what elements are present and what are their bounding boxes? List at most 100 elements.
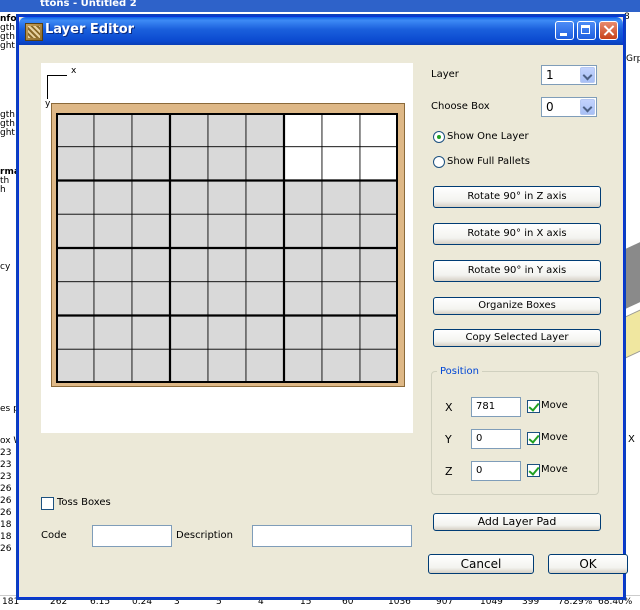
box[interactable] xyxy=(56,113,95,148)
layer-canvas[interactable]: x y xyxy=(41,63,413,433)
box[interactable] xyxy=(131,180,171,215)
box[interactable] xyxy=(245,348,285,383)
selected-box[interactable] xyxy=(359,113,398,148)
box[interactable] xyxy=(56,146,95,181)
show-full-pallets-radio[interactable] xyxy=(433,156,445,168)
x-move-checkbox[interactable] xyxy=(527,400,540,413)
box[interactable] xyxy=(283,213,323,249)
box[interactable] xyxy=(169,348,209,383)
box[interactable] xyxy=(245,146,285,181)
selected-box[interactable] xyxy=(321,146,361,181)
x-move-label[interactable]: Move xyxy=(541,400,568,411)
box[interactable] xyxy=(321,281,361,316)
box[interactable] xyxy=(321,247,361,283)
box[interactable] xyxy=(359,180,398,215)
box[interactable] xyxy=(283,315,323,350)
box[interactable] xyxy=(169,281,209,316)
box[interactable] xyxy=(245,247,285,283)
toss-boxes-checkbox[interactable] xyxy=(41,497,54,510)
rotate-y-button[interactable]: Rotate 90° in Y axis xyxy=(433,260,601,282)
box[interactable] xyxy=(207,247,247,283)
box[interactable] xyxy=(245,113,285,148)
box[interactable] xyxy=(207,315,247,350)
box[interactable] xyxy=(321,180,361,215)
box[interactable] xyxy=(93,348,133,383)
box[interactable] xyxy=(56,213,95,249)
box[interactable] xyxy=(283,348,323,383)
organize-boxes-button[interactable]: Organize Boxes xyxy=(433,297,601,315)
box[interactable] xyxy=(131,213,171,249)
box[interactable] xyxy=(169,146,209,181)
close-button[interactable] xyxy=(599,21,618,40)
z-move-label[interactable]: Move xyxy=(541,464,568,475)
box[interactable] xyxy=(131,315,171,350)
box[interactable] xyxy=(207,146,247,181)
z-move-checkbox[interactable] xyxy=(527,464,540,477)
box[interactable] xyxy=(56,348,95,383)
add-layer-pad-button[interactable]: Add Layer Pad xyxy=(433,513,601,531)
box[interactable] xyxy=(131,348,171,383)
box[interactable] xyxy=(283,281,323,316)
rotate-z-button[interactable]: Rotate 90° in Z axis xyxy=(433,186,601,208)
box[interactable] xyxy=(93,146,133,181)
box[interactable] xyxy=(169,213,209,249)
selected-box[interactable] xyxy=(359,146,398,181)
chevron-down-icon[interactable] xyxy=(580,99,595,115)
box[interactable] xyxy=(56,180,95,215)
box[interactable] xyxy=(169,113,209,148)
show-one-layer-radio[interactable] xyxy=(433,131,445,143)
cancel-button[interactable]: Cancel xyxy=(428,554,534,574)
box[interactable] xyxy=(169,180,209,215)
box[interactable] xyxy=(93,315,133,350)
maximize-button[interactable] xyxy=(577,21,596,40)
box[interactable] xyxy=(245,180,285,215)
box[interactable] xyxy=(245,281,285,316)
box[interactable] xyxy=(131,146,171,181)
box[interactable] xyxy=(359,247,398,283)
box[interactable] xyxy=(245,213,285,249)
rotate-x-button[interactable]: Rotate 90° in X axis xyxy=(433,223,601,245)
box[interactable] xyxy=(93,213,133,249)
copy-selected-layer-button[interactable]: Copy Selected Layer xyxy=(433,329,601,347)
selected-box[interactable] xyxy=(283,113,323,148)
box[interactable] xyxy=(93,113,133,148)
choose-box-select[interactable]: 0 xyxy=(541,97,597,117)
layer-select[interactable]: 1 xyxy=(541,65,597,85)
box[interactable] xyxy=(56,315,95,350)
y-move-checkbox[interactable] xyxy=(527,432,540,445)
box[interactable] xyxy=(169,315,209,350)
box[interactable] xyxy=(207,213,247,249)
y-move-label[interactable]: Move xyxy=(541,432,568,443)
box[interactable] xyxy=(359,315,398,350)
box[interactable] xyxy=(207,113,247,148)
box-grid[interactable] xyxy=(56,113,398,383)
box[interactable] xyxy=(283,247,323,283)
minimize-button[interactable] xyxy=(555,21,574,40)
y-input[interactable]: 0 xyxy=(471,429,521,449)
box[interactable] xyxy=(56,281,95,316)
box[interactable] xyxy=(321,315,361,350)
box[interactable] xyxy=(321,348,361,383)
box[interactable] xyxy=(131,113,171,148)
box[interactable] xyxy=(93,180,133,215)
box[interactable] xyxy=(131,281,171,316)
box[interactable] xyxy=(207,348,247,383)
z-input[interactable]: 0 xyxy=(471,461,521,481)
dialog-titlebar[interactable]: Layer Editor xyxy=(19,17,623,45)
box[interactable] xyxy=(169,247,209,283)
box[interactable] xyxy=(93,247,133,283)
x-input[interactable]: 781 xyxy=(471,397,521,417)
description-input[interactable] xyxy=(252,525,412,547)
toss-boxes-label[interactable]: Toss Boxes xyxy=(57,497,111,508)
box[interactable] xyxy=(359,281,398,316)
box[interactable] xyxy=(131,247,171,283)
show-one-layer-label[interactable]: Show One Layer xyxy=(447,131,529,142)
selected-box[interactable] xyxy=(283,146,323,181)
box[interactable] xyxy=(245,315,285,350)
show-full-pallets-label[interactable]: Show Full Pallets xyxy=(447,156,530,167)
box[interactable] xyxy=(93,281,133,316)
box[interactable] xyxy=(207,281,247,316)
box[interactable] xyxy=(359,213,398,249)
chevron-down-icon[interactable] xyxy=(580,67,595,83)
selected-box[interactable] xyxy=(321,113,361,148)
